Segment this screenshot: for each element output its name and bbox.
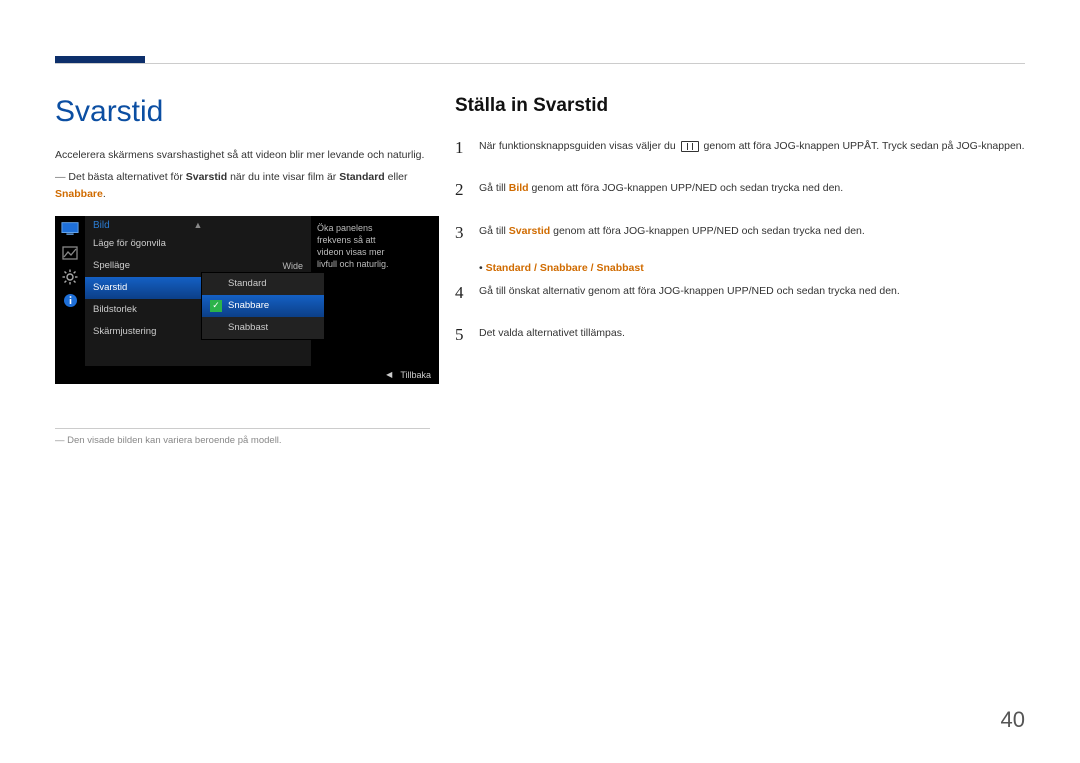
scroll-up-arrow-icon: ▲ xyxy=(194,220,203,230)
page-content: Svarstid Accelerera skärmens svarshastig… xyxy=(55,95,1025,446)
osd-icon-rail xyxy=(55,216,85,366)
step-body: Gå till önskat alternativ genom att föra… xyxy=(479,280,1025,299)
note-suffix: . xyxy=(103,188,106,200)
step3-text-b: genom att föra JOG-knappen UPP/NED och s… xyxy=(550,225,865,237)
back-arrow-icon: ◀ xyxy=(386,370,392,379)
osd-item-label: Svarstid xyxy=(93,282,127,293)
options-text: Standard / Snabbare / Snabbast xyxy=(486,262,644,274)
osd-title-text: Bild xyxy=(93,220,110,231)
right-column: Ställa in Svarstid 1 När funktionsknapps… xyxy=(450,95,1025,446)
page-number: 40 xyxy=(1001,707,1025,733)
step2-text-b: genom att föra JOG-knappen UPP/NED och s… xyxy=(529,182,844,194)
osd-menu-title: Bild ▲ xyxy=(85,216,311,233)
submenu-standard[interactable]: Standard xyxy=(202,273,324,295)
section-heading: Svarstid xyxy=(55,95,430,129)
osd-item-label: Bildstorlek xyxy=(93,304,137,315)
step-body: Det valda alternativet tillämpas. xyxy=(479,322,1025,341)
osd-back-label[interactable]: Tillbaka xyxy=(400,370,431,380)
osd-description: Öka panelens frekvens så att videon visa… xyxy=(311,216,409,366)
step-4: 4 Gå till önskat alternativ genom att fö… xyxy=(455,280,1025,306)
submenu-label: Snabbare xyxy=(228,300,269,311)
settings-gear-icon xyxy=(61,270,79,284)
info-icon xyxy=(61,294,79,308)
osd-item-label: Skärmjustering xyxy=(93,326,156,337)
step-body: Gå till Bild genom att föra JOG-knappen … xyxy=(479,177,1025,196)
submenu-label: Standard xyxy=(228,278,267,289)
step-number: 4 xyxy=(455,280,479,306)
left-column: Svarstid Accelerera skärmens svarshastig… xyxy=(55,95,450,446)
osd-item-label: Spelläge xyxy=(93,260,130,271)
note-highlight-snabbare: Snabbare xyxy=(55,188,103,200)
step-body: När funktionsknappsguiden visas väljer d… xyxy=(479,135,1025,154)
step-number: 1 xyxy=(455,135,479,161)
step-5: 5 Det valda alternativet tillämpas. xyxy=(455,322,1025,348)
osd-action-bar: ◀ Tillbaka xyxy=(55,366,439,384)
osd-main-menu: Bild ▲ Läge för ögonvila Spelläge Wide xyxy=(85,216,311,366)
step3-highlight: Svarstid xyxy=(509,225,550,237)
footnote-text: Den visade bilden kan variera beroende p… xyxy=(55,435,430,446)
note-bold-standard: Standard xyxy=(339,171,385,183)
osd-item-lage[interactable]: Läge för ögonvila xyxy=(85,233,311,255)
note-text-a: Det bästa alternativet för xyxy=(68,171,185,183)
step-1: 1 När funktionsknappsguiden visas väljer… xyxy=(455,135,1025,161)
footnote-rule xyxy=(55,428,430,429)
step1-text-a: När funktionsknappsguiden visas väljer d… xyxy=(479,140,679,152)
section-marker xyxy=(55,56,145,63)
step-number: 3 xyxy=(455,220,479,246)
check-icon: ✓ xyxy=(210,300,222,312)
step3-text-a: Gå till xyxy=(479,225,509,237)
instructions-list-cont: 4 Gå till önskat alternativ genom att fö… xyxy=(455,280,1025,349)
picture-icon xyxy=(61,246,79,260)
step2-highlight: Bild xyxy=(509,182,529,194)
step-number: 2 xyxy=(455,177,479,203)
recommendation-note: Det bästa alternativet för Svarstid när … xyxy=(55,169,430,202)
osd-panel: Bild ▲ Läge för ögonvila Spelläge Wide xyxy=(55,216,439,384)
osd-screenshot: Bild ▲ Läge för ögonvila Spelläge Wide xyxy=(55,216,439,384)
osd-item-label: Läge för ögonvila xyxy=(93,238,166,249)
header-rule xyxy=(55,63,1025,64)
options-bullet: Standard / Snabbare / Snabbast xyxy=(479,262,1025,274)
note-text-b: när du inte visar film är xyxy=(227,171,339,183)
instructions-heading: Ställa in Svarstid xyxy=(455,95,1025,117)
note-bold-svarstid: Svarstid xyxy=(186,171,227,183)
step-body: Gå till Svarstid genom att föra JOG-knap… xyxy=(479,220,1025,239)
submenu-snabbare[interactable]: ✓ Snabbare xyxy=(202,295,324,317)
menu-icon xyxy=(681,141,699,152)
submenu-snabbast[interactable]: Snabbast xyxy=(202,317,324,339)
osd-submenu: Standard ✓ Snabbare Snabbast xyxy=(201,272,325,340)
monitor-icon xyxy=(61,222,79,236)
step-2: 2 Gå till Bild genom att föra JOG-knappe… xyxy=(455,177,1025,203)
submenu-label: Snabbast xyxy=(228,322,268,333)
note-text-c: eller xyxy=(385,171,408,183)
step2-text-a: Gå till xyxy=(479,182,509,194)
osd-body: Bild ▲ Läge för ögonvila Spelläge Wide xyxy=(55,216,439,366)
osd-item-value: Wide xyxy=(282,261,303,271)
instructions-list: 1 När funktionsknappsguiden visas väljer… xyxy=(455,135,1025,246)
step-3: 3 Gå till Svarstid genom att föra JOG-kn… xyxy=(455,220,1025,246)
step1-text-b: genom att föra JOG-knappen UPPÅT. Tryck … xyxy=(701,140,1025,152)
intro-text: Accelerera skärmens svarshastighet så at… xyxy=(55,147,430,163)
step-number: 5 xyxy=(455,322,479,348)
